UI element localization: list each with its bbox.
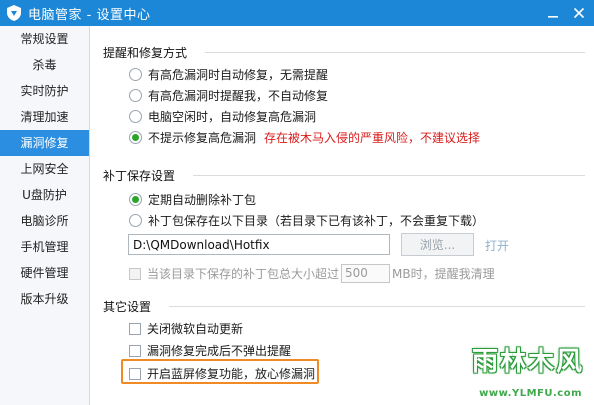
option-label: 关闭微软自动更新: [147, 322, 244, 336]
open-directory-link[interactable]: 打开: [485, 237, 509, 254]
radio-remind-only[interactable]: 有高危漏洞时提醒我，不自动修复: [129, 87, 328, 104]
shield-icon: [6, 5, 22, 21]
option-label: 有高危漏洞时提醒我，不自动修复: [148, 89, 329, 103]
radio-button-checked[interactable]: [129, 131, 142, 144]
risk-warning-text: 存在被木马入侵的严重风险，不建议选择: [264, 131, 481, 145]
checkbox[interactable]: [129, 322, 141, 335]
watermark-url: www.YLMFU.com: [479, 388, 582, 399]
sidebar-item-realtime-protection[interactable]: 实时防护: [0, 78, 89, 104]
section-title-other: 其它设置: [103, 300, 152, 314]
sidebar-item-pc-clinic[interactable]: 电脑诊所: [0, 208, 89, 234]
section-divider: [169, 306, 585, 307]
size-limit-suffix: MB时，提醒我清理: [392, 267, 495, 281]
option-label: 有高危漏洞时自动修复，无需提醒: [148, 68, 329, 82]
checkbox[interactable]: [129, 367, 141, 380]
radio-button[interactable]: [129, 89, 142, 102]
radio-button[interactable]: [129, 68, 142, 81]
option-label: 电脑空闲时，自动修复高危漏洞: [148, 110, 317, 124]
checkbox[interactable]: [129, 344, 141, 357]
title-bar: 电脑管家 - 设置中心: [0, 0, 594, 26]
radio-button-checked[interactable]: [129, 193, 142, 206]
minimize-button[interactable]: [540, 0, 566, 26]
watermark: 雨林木风 www.YLMFU.com: [460, 341, 588, 401]
checkbox-no-completion-popup[interactable]: 漏洞修复完成后不弹出提醒: [129, 342, 291, 359]
sidebar-item-general[interactable]: 常规设置: [0, 26, 89, 52]
browse-button[interactable]: 浏览...: [401, 233, 474, 256]
sidebar: 常规设置 杀毒 实时防护 清理加速 漏洞修复 上网安全 U盘防护 电脑诊所 手机…: [0, 26, 90, 405]
sidebar-item-web-security[interactable]: 上网安全: [0, 156, 89, 182]
watermark-logo-text: 雨林木风: [471, 347, 584, 377]
close-icon: [573, 7, 585, 19]
section-title-patch-save: 补丁保存设置: [103, 169, 176, 183]
radio-auto-delete-patches[interactable]: 定期自动删除补丁包: [129, 191, 256, 208]
minimize-icon: [548, 16, 558, 18]
radio-button[interactable]: [129, 110, 142, 123]
checkbox-bsod-repair[interactable]: 开启蓝屏修复功能，放心修漏洞: [129, 365, 315, 382]
radio-save-to-directory[interactable]: 补丁包保存在以下目录（若目录下已有该补丁，不会重复下载）: [129, 212, 484, 229]
sidebar-item-cleanup[interactable]: 清理加速: [0, 104, 89, 130]
sidebar-item-version-upgrade[interactable]: 版本升级: [0, 286, 89, 312]
radio-auto-repair[interactable]: 有高危漏洞时自动修复，无需提醒: [129, 66, 328, 83]
size-limit-prefix: 当该目录下保存的补丁包总大小超过: [147, 267, 340, 281]
section-title-repair-mode: 提醒和修复方式: [103, 46, 188, 60]
option-label: 不提示修复高危漏洞: [148, 131, 257, 145]
sidebar-item-antivirus[interactable]: 杀毒: [0, 52, 89, 78]
radio-no-prompt[interactable]: 不提示修复高危漏洞 存在被木马入侵的严重风险，不建议选择: [129, 129, 480, 146]
radio-idle-repair[interactable]: 电脑空闲时，自动修复高危漏洞: [129, 108, 316, 125]
size-limit-input[interactable]: 500: [341, 264, 391, 283]
window-title: 电脑管家 - 设置中心: [28, 7, 151, 23]
close-button[interactable]: [566, 0, 592, 26]
option-label: 补丁包保存在以下目录（若目录下已有该补丁，不会重复下载）: [148, 214, 485, 228]
checkbox-size-limit[interactable]: 当该目录下保存的补丁包总大小超过 500 MB时，提醒我清理: [129, 264, 495, 283]
radio-button[interactable]: [129, 214, 142, 227]
section-divider: [205, 52, 585, 53]
option-label: 开启蓝屏修复功能，放心修漏洞: [147, 367, 316, 381]
patch-directory-input[interactable]: [128, 234, 390, 255]
checkbox-disable-windows-update[interactable]: 关闭微软自动更新: [129, 320, 243, 337]
sidebar-item-vulnerability-repair[interactable]: 漏洞修复: [0, 130, 89, 156]
sidebar-item-usb-protection[interactable]: U盘防护: [0, 182, 89, 208]
option-label: 定期自动删除补丁包: [148, 193, 257, 207]
section-divider: [193, 175, 585, 176]
sidebar-item-hardware-management[interactable]: 硬件管理: [0, 260, 89, 286]
checkbox[interactable]: [129, 267, 141, 280]
sidebar-item-phone-management[interactable]: 手机管理: [0, 234, 89, 260]
option-label: 漏洞修复完成后不弹出提醒: [147, 344, 292, 358]
